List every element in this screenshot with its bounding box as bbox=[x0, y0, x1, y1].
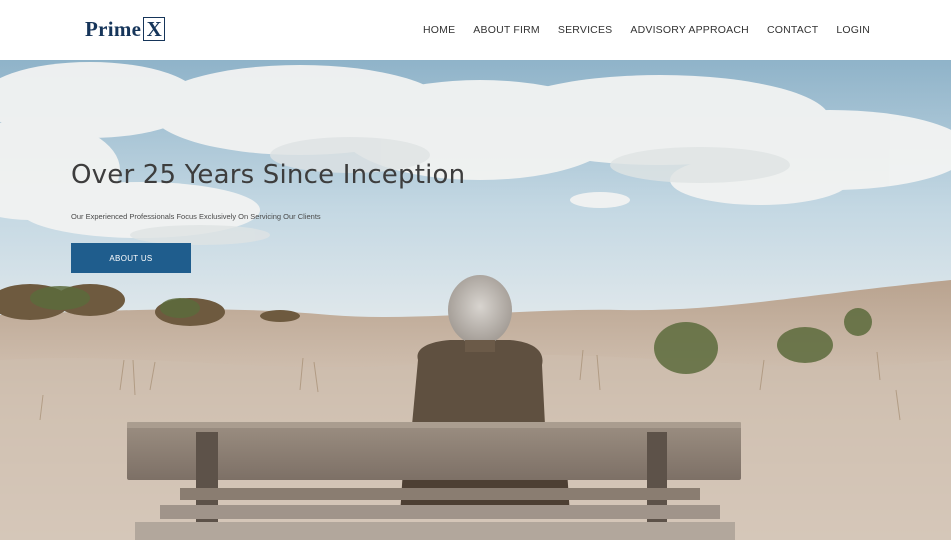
hero-section: Over 25 Years Since Inception Our Experi… bbox=[0, 60, 951, 540]
logo-text: Prime bbox=[85, 16, 142, 41]
hero-title: Over 25 Years Since Inception bbox=[71, 160, 466, 190]
hero-subtitle: Our Experienced Professionals Focus Excl… bbox=[71, 212, 321, 221]
about-us-button[interactable]: ABOUT US bbox=[71, 243, 191, 273]
hero-background-image bbox=[0, 60, 951, 540]
nav-about-firm[interactable]: ABOUT FIRM bbox=[473, 24, 540, 36]
main-nav: HOME ABOUT FIRM SERVICES ADVISORY APPROA… bbox=[423, 24, 870, 36]
site-header: Prime X HOME ABOUT FIRM SERVICES ADVISORY… bbox=[0, 0, 951, 60]
nav-home[interactable]: HOME bbox=[423, 24, 455, 36]
prime-x-logo[interactable]: Prime X bbox=[85, 16, 166, 42]
nav-advisory-approach[interactable]: ADVISORY APPROACH bbox=[630, 24, 749, 36]
logo-box-letter: X bbox=[143, 17, 166, 41]
nav-login[interactable]: LOGIN bbox=[836, 24, 870, 36]
nav-contact[interactable]: CONTACT bbox=[767, 24, 818, 36]
nav-services[interactable]: SERVICES bbox=[558, 24, 613, 36]
